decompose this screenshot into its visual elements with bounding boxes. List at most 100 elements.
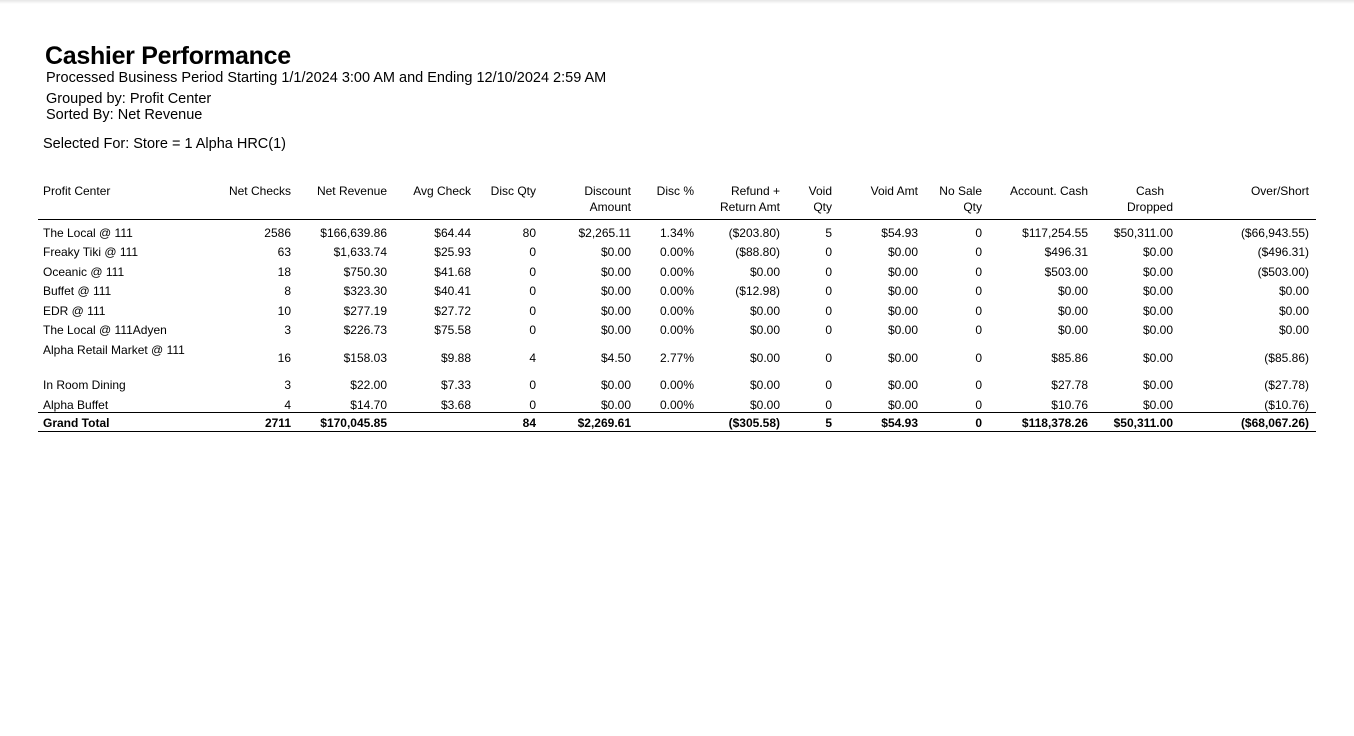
header-void-line2: Qty (813, 200, 832, 214)
cell-disc-qty: 0 (529, 304, 536, 318)
total-void-qty: 5 (825, 416, 832, 430)
header-net-revenue: Net Revenue (316, 184, 387, 198)
header-no-sale-line1: No Sale (939, 184, 982, 198)
cell-disc-pct: 0.00% (659, 265, 694, 279)
cell-void-qty: 0 (825, 245, 832, 259)
cell-void-qty: 0 (825, 378, 832, 392)
cell-cash-dropped: $0.00 (1142, 284, 1173, 298)
cell-account-cash: $503.00 (1044, 265, 1088, 279)
cell-cash-dropped: $0.00 (1142, 245, 1173, 259)
cell-void-amt: $0.00 (887, 398, 918, 412)
total-account-cash: $118,378.26 (1021, 416, 1088, 430)
total-net-revenue: $170,045.85 (320, 416, 387, 430)
cell-disc-pct: 1.34% (659, 226, 694, 240)
cell-net-revenue: $226.73 (343, 323, 387, 337)
cell-account-cash: $117,254.55 (1022, 226, 1088, 240)
cell-cash-dropped: $0.00 (1142, 398, 1173, 412)
cell-refund: ($203.80) (728, 226, 780, 240)
report-selected-for: Selected For: Store = 1 Alpha HRC(1) (43, 136, 286, 152)
total-over-short: ($68,067.26) (1240, 416, 1309, 430)
report-sorted-by: Sorted By: Net Revenue (46, 107, 203, 123)
cell-void-amt: $0.00 (887, 265, 918, 279)
cell-disc-qty: 4 (529, 351, 536, 365)
cell-discount-amount: $0.00 (600, 378, 631, 392)
cell-disc-qty: 0 (529, 398, 536, 412)
cell-profit-center: The Local @ 111 (43, 226, 133, 240)
header-discount-amount: Discount Amount (584, 183, 631, 215)
cell-void-qty: 0 (825, 304, 832, 318)
header-void-amt: Void Amt (870, 184, 918, 198)
cell-discount-amount: $0.00 (600, 284, 631, 298)
cell-disc-qty: 0 (529, 245, 536, 259)
cell-disc-qty: 0 (529, 284, 536, 298)
header-avg-check: Avg Check (413, 184, 471, 198)
total-net-checks: 2711 (264, 416, 291, 430)
total-divider (38, 412, 1316, 413)
cell-avg-check: $75.58 (434, 323, 471, 337)
cell-cash-dropped: $0.00 (1142, 378, 1173, 392)
cell-cash-dropped: $0.00 (1142, 323, 1173, 337)
header-discount-line2: Amount (589, 200, 631, 214)
cell-net-revenue: $166,639.86 (320, 226, 387, 240)
cell-no-sale: 0 (975, 226, 982, 240)
header-net-checks: Net Checks (228, 184, 291, 198)
cell-net-revenue: $1,633.74 (333, 245, 387, 259)
cell-disc-pct: 0.00% (659, 304, 694, 318)
cell-no-sale: 0 (975, 398, 982, 412)
cell-no-sale: 0 (975, 351, 982, 365)
total-cash-dropped: $50,311.00 (1113, 416, 1173, 430)
cell-over-short: ($66,943.55) (1240, 226, 1309, 240)
cell-void-amt: $0.00 (887, 245, 918, 259)
cell-disc-pct: 0.00% (659, 245, 694, 259)
report-grouped-by: Grouped by: Profit Center (46, 91, 212, 107)
cell-account-cash: $0.00 (1057, 304, 1088, 318)
cell-disc-pct: 0.00% (659, 378, 694, 392)
cell-account-cash: $0.00 (1057, 284, 1088, 298)
cell-account-cash: $27.78 (1051, 378, 1088, 392)
cell-no-sale: 0 (975, 378, 982, 392)
cell-net-checks: 16 (277, 351, 291, 365)
cell-void-qty: 0 (825, 284, 832, 298)
header-refund-return: Refund + Return Amt (720, 183, 780, 215)
total-void-amt: $54.93 (881, 416, 918, 430)
cell-disc-pct: 0.00% (659, 398, 694, 412)
header-over-short: Over/Short (1250, 184, 1309, 198)
cell-discount-amount: $2,265.11 (578, 226, 632, 240)
cell-no-sale: 0 (975, 284, 982, 298)
cell-discount-amount: $0.00 (600, 245, 631, 259)
cell-profit-center: Alpha Retail Market @ 111 (43, 343, 185, 357)
header-divider (38, 219, 1316, 220)
cell-net-revenue: $158.03 (343, 351, 387, 365)
cell-refund: $0.00 (749, 378, 780, 392)
cell-net-checks: 2586 (264, 226, 291, 240)
cell-profit-center: Alpha Buffet (43, 398, 109, 412)
cell-disc-pct: 2.77% (659, 351, 694, 365)
header-void-line1: Void (808, 184, 832, 198)
cell-profit-center: The Local @ 111Adyen (43, 323, 167, 337)
cell-profit-center: EDR @ 111 (43, 304, 106, 318)
cell-disc-pct: 0.00% (659, 323, 694, 337)
cell-net-checks: 63 (277, 245, 291, 259)
cell-discount-amount: $0.00 (600, 265, 631, 279)
cell-void-qty: 5 (825, 226, 832, 240)
cell-net-checks: 3 (284, 323, 291, 337)
cell-over-short: ($85.86) (1264, 351, 1309, 365)
cell-refund: ($12.98) (735, 284, 780, 298)
cell-profit-center: Buffet @ 111 (43, 284, 112, 298)
header-no-sale-line2: Qty (963, 200, 982, 214)
cell-refund: $0.00 (749, 323, 780, 337)
cell-over-short: ($10.76) (1264, 398, 1309, 412)
cell-avg-check: $41.68 (434, 265, 471, 279)
cell-disc-qty: 0 (529, 378, 536, 392)
cell-net-checks: 10 (277, 304, 291, 318)
cell-avg-check: $9.88 (440, 351, 471, 365)
cell-no-sale: 0 (975, 245, 982, 259)
cell-net-checks: 18 (277, 265, 291, 279)
header-void-qty: Void Qty (809, 183, 832, 215)
cell-avg-check: $64.44 (434, 226, 471, 240)
cell-discount-amount: $0.00 (600, 323, 631, 337)
cell-net-revenue: $14.70 (350, 398, 387, 412)
cell-void-amt: $0.00 (887, 351, 918, 365)
total-refund: ($305.58) (728, 416, 780, 430)
cell-account-cash: $0.00 (1057, 323, 1088, 337)
